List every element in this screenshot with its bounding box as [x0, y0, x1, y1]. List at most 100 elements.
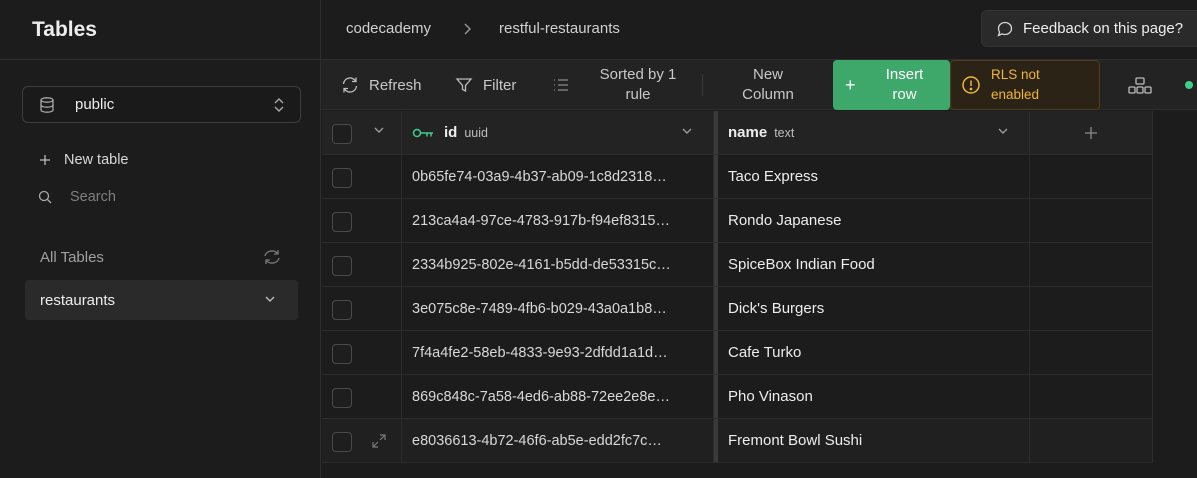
- chevron-down-icon[interactable]: [373, 125, 385, 135]
- sort-label-line2: rule: [625, 86, 651, 103]
- cell-id[interactable]: 0b65fe74-03a9-4b37-ab09-1c8d2318…: [402, 155, 714, 198]
- table-row[interactable]: 0b65fe74-03a9-4b37-ab09-1c8d2318… Taco E…: [322, 155, 1153, 199]
- cell-name[interactable]: SpiceBox Indian Food: [718, 243, 1030, 286]
- plus-icon: [1085, 126, 1097, 139]
- sidebar-title: Tables: [32, 17, 97, 41]
- row-select-cell: [322, 155, 402, 198]
- row-checkbox[interactable]: [332, 300, 352, 320]
- cell-name-value: Rondo Japanese: [728, 212, 842, 229]
- breadcrumb-org[interactable]: codecademy: [346, 20, 431, 37]
- column-name-name: name: [728, 124, 768, 141]
- column-type-name: text: [774, 125, 795, 140]
- refresh-icon: [342, 77, 358, 93]
- search-placeholder: Search: [70, 189, 116, 205]
- row-checkbox[interactable]: [332, 168, 352, 188]
- expand-row-icon[interactable]: [371, 433, 387, 449]
- filter-icon: [455, 78, 473, 93]
- warning-icon: [962, 76, 980, 94]
- row-checkbox[interactable]: [332, 212, 352, 232]
- new-table-button[interactable]: New table: [38, 152, 128, 168]
- table-row[interactable]: 7f4a4fe2-58eb-4833-9e93-2dfdd1a1d… Cafe …: [322, 331, 1153, 375]
- table-row[interactable]: 2334b925-802e-4161-b5dd-de53315c… SpiceB…: [322, 243, 1153, 287]
- chevron-down-icon[interactable]: [264, 294, 276, 304]
- toolbar-divider: [702, 74, 703, 96]
- table-row[interactable]: 3e075c8e-7489-4fb6-b029-43a0a1b8… Dick's…: [322, 287, 1153, 331]
- new-column-line1: New: [752, 66, 783, 83]
- refresh-button[interactable]: Refresh: [341, 60, 422, 110]
- breadcrumb-bar: codecademy restful-restaurants Feedback …: [321, 0, 1197, 60]
- cell-name[interactable]: Cafe Turko: [718, 331, 1030, 374]
- grid-header-row: id uuid name text: [322, 111, 1153, 155]
- row-checkbox[interactable]: [332, 344, 352, 364]
- feedback-label: Feedback on this page?: [1023, 20, 1184, 37]
- chevron-down-icon[interactable]: [997, 126, 1009, 136]
- filter-button[interactable]: Filter: [455, 60, 516, 110]
- table-row[interactable]: e8036613-4b72-46f6-ab5e-edd2fc7c… Fremon…: [322, 419, 1153, 463]
- new-table-label: New table: [64, 152, 129, 168]
- cell-id-value: e8036613-4b72-46f6-ab5e-edd2fc7c…: [412, 432, 662, 449]
- primary-key-icon: [412, 128, 433, 137]
- empty-cell: [1030, 287, 1153, 330]
- new-column-button[interactable]: New Column: [719, 60, 817, 110]
- chevron-right-icon: [464, 23, 471, 35]
- new-column-line2: Column: [742, 86, 794, 103]
- empty-cell: [1030, 155, 1153, 198]
- schema-selector[interactable]: public: [22, 86, 301, 123]
- cell-id[interactable]: 213ca4a4-97ce-4783-917b-f94ef8315…: [402, 199, 714, 242]
- cell-id[interactable]: 2334b925-802e-4161-b5dd-de53315c…: [402, 243, 714, 286]
- feedback-button[interactable]: Feedback on this page?: [981, 10, 1197, 47]
- rls-line1: RLS not: [991, 67, 1040, 82]
- column-header-name[interactable]: name text: [718, 111, 1030, 154]
- empty-cell: [1030, 243, 1153, 286]
- cell-name[interactable]: Taco Express: [718, 155, 1030, 198]
- rls-label: RLS not enabled: [991, 65, 1040, 105]
- rls-warning-button[interactable]: RLS not enabled: [950, 60, 1100, 110]
- filter-label: Filter: [483, 76, 517, 94]
- sort-button[interactable]: Sorted by 1 rule: [552, 60, 684, 110]
- empty-cell: [1030, 199, 1153, 242]
- column-type-id: uuid: [464, 125, 488, 140]
- select-all-checkbox[interactable]: [332, 124, 352, 144]
- row-checkbox[interactable]: [332, 388, 352, 408]
- cell-id[interactable]: 3e075c8e-7489-4fb6-b029-43a0a1b8…: [402, 287, 714, 330]
- insert-row-label: Insert row: [874, 65, 936, 105]
- list-sort-icon: [554, 79, 568, 91]
- cell-id[interactable]: 7f4a4fe2-58eb-4833-9e93-2dfdd1a1d…: [402, 331, 714, 374]
- sidebar: Tables public New table Search All Table…: [0, 0, 321, 478]
- breadcrumb-project[interactable]: restful-restaurants: [499, 20, 620, 37]
- chat-bubble-icon: [997, 21, 1013, 37]
- cell-id-value: 869c848c-7a58-4ed6-ab88-72ee2e8e…: [412, 388, 670, 405]
- row-checkbox[interactable]: [332, 256, 352, 276]
- table-row[interactable]: 213ca4a4-97ce-4783-917b-f94ef8315… Rondo…: [322, 199, 1153, 243]
- empty-cell: [1030, 419, 1153, 462]
- add-column-button[interactable]: [1030, 111, 1153, 154]
- column-header-id[interactable]: id uuid: [402, 111, 714, 154]
- database-icon: [40, 96, 54, 113]
- cell-name[interactable]: Pho Vinason: [718, 375, 1030, 418]
- search-icon: [38, 190, 52, 204]
- chevron-down-icon[interactable]: [681, 126, 693, 136]
- sort-label: Sorted by 1 rule: [592, 65, 684, 105]
- schema-label: public: [75, 96, 115, 113]
- insert-line2: row: [892, 86, 917, 103]
- cell-id-value: 2334b925-802e-4161-b5dd-de53315c…: [412, 256, 671, 273]
- sidebar-item-restaurants[interactable]: restaurants: [25, 280, 298, 320]
- row-checkbox[interactable]: [332, 432, 352, 452]
- table-row[interactable]: 869c848c-7a58-4ed6-ab88-72ee2e8e… Pho Vi…: [322, 375, 1153, 419]
- cell-name[interactable]: Rondo Japanese: [718, 199, 1030, 242]
- table-toolbar: Refresh Filter Sorted by 1 rule New Colu…: [321, 60, 1197, 110]
- cell-id[interactable]: e8036613-4b72-46f6-ab5e-edd2fc7c…: [402, 419, 714, 462]
- cell-id-value: 7f4a4fe2-58eb-4833-9e93-2dfdd1a1d…: [412, 344, 668, 361]
- cell-name-value: Fremont Bowl Sushi: [728, 432, 863, 449]
- table-search-input[interactable]: Search: [38, 189, 116, 205]
- cell-id[interactable]: 869c848c-7a58-4ed6-ab88-72ee2e8e…: [402, 375, 714, 418]
- cell-name[interactable]: Dick's Burgers: [718, 287, 1030, 330]
- refresh-tables-icon[interactable]: [262, 248, 282, 266]
- insert-row-button[interactable]: + Insert row: [833, 60, 950, 110]
- plus-icon: [40, 155, 50, 165]
- plus-icon: +: [845, 74, 856, 95]
- sidebar-header: Tables: [0, 0, 320, 60]
- cell-name[interactable]: Fremont Bowl Sushi: [718, 419, 1030, 462]
- api-blocks-icon[interactable]: [1127, 76, 1153, 96]
- row-select-cell: [322, 331, 402, 374]
